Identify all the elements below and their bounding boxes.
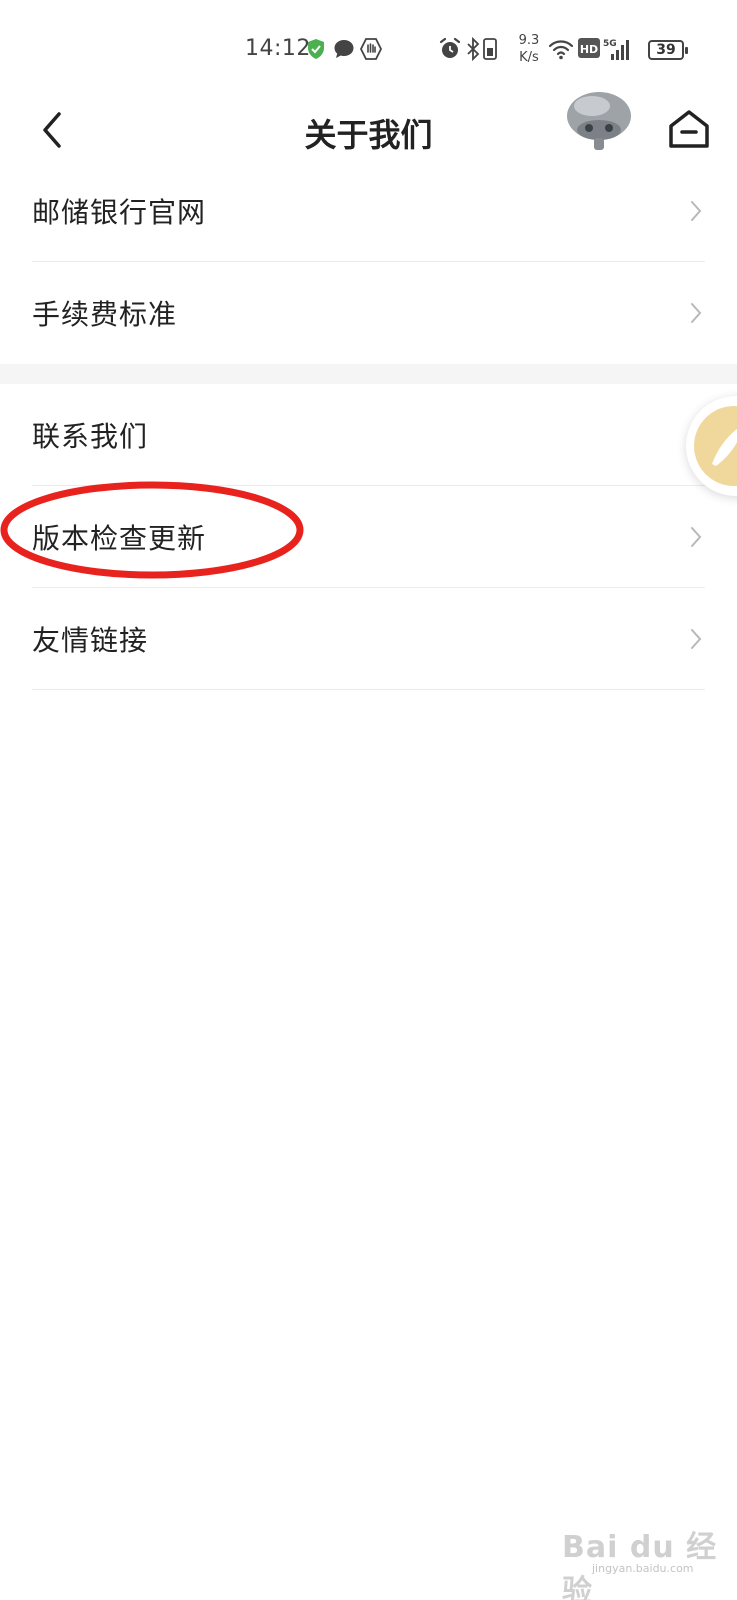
- watermark-sub: jingyan.baidu.com: [592, 1562, 694, 1575]
- list-item-label: 版本检查更新: [32, 522, 207, 555]
- list-item-fee-standards[interactable]: 手续费标准: [0, 262, 737, 364]
- list-item-version-check[interactable]: 版本检查更新: [0, 486, 737, 588]
- list-item-label: 友情链接: [32, 624, 149, 657]
- watermark: Bai du 经验 jingyan.baidu.com: [562, 1522, 722, 1600]
- chevron-right-icon: [691, 527, 702, 547]
- network-speed: 9.3 K/s: [514, 32, 544, 66]
- battery-indicator: 39: [648, 40, 688, 60]
- net-speed-value: 9.3: [518, 33, 540, 48]
- list-item-label: 邮储银行官网: [32, 196, 207, 229]
- status-bar: 14:12 9.3 K/s HD 5G 39: [0, 0, 737, 100]
- phone-vibrate-icon: [483, 38, 497, 60]
- assistant-icon: [694, 406, 737, 486]
- chat-bubble-icon: [334, 40, 354, 58]
- chevron-right-icon: [691, 629, 702, 649]
- 5g-signal-icon: 5G: [603, 39, 629, 60]
- menu-group-2: 联系我们 版本检查更新 友情链接: [0, 384, 737, 690]
- home-icon: [669, 110, 709, 148]
- net-speed-unit: K/s: [519, 50, 539, 65]
- shield-check-icon: [308, 39, 324, 59]
- list-item-label: 联系我们: [32, 420, 149, 453]
- list-item-label: 手续费标准: [32, 298, 178, 331]
- status-time: 14:12: [245, 36, 311, 61]
- menu-group-1: 邮储银行官网 手续费标准: [0, 160, 737, 364]
- wifi-icon: [548, 40, 574, 60]
- chevron-right-icon: [691, 303, 702, 323]
- list-item-official-website[interactable]: 邮储银行官网: [0, 160, 737, 262]
- hd-icon: HD: [578, 38, 600, 58]
- home-button[interactable]: [662, 100, 716, 158]
- list-item-friendly-links[interactable]: 友情链接: [0, 588, 737, 690]
- page-header: 关于我们: [0, 92, 737, 160]
- alarm-icon: [439, 37, 461, 58]
- list-item-contact-us[interactable]: 联系我们: [0, 384, 737, 486]
- svg-text:5G: 5G: [603, 39, 617, 49]
- hand-icon: [359, 38, 383, 60]
- divider: [32, 689, 705, 690]
- watermark-main: Bai du 经验: [562, 1530, 718, 1600]
- bluetooth-icon: [467, 37, 480, 61]
- chevron-right-icon: [691, 201, 702, 221]
- svg-text:HD: HD: [580, 43, 598, 56]
- section-separator: [0, 364, 737, 384]
- avatar[interactable]: [562, 90, 636, 152]
